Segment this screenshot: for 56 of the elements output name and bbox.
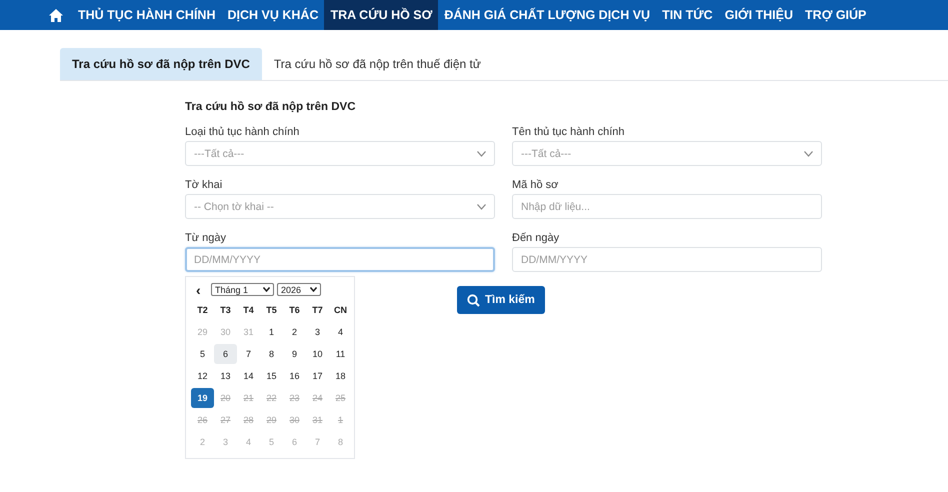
field-label: Mã hồ sơ [512, 179, 560, 191]
field-label: Tên thủ tục hành chính [512, 126, 626, 138]
previous-month-button[interactable]: ‹ [196, 284, 208, 296]
calendar-day[interactable]: 10 [306, 344, 329, 364]
calendar-day[interactable]: 8 [260, 344, 283, 364]
input-field[interactable]: DD/MM/YYYY [512, 247, 822, 272]
chevron-icon [804, 150, 813, 156]
weekday-label: T2 [196, 304, 209, 317]
input-field[interactable]: DD/MM/YYYY [185, 247, 495, 272]
nav-item[interactable]: TRA CỨU HỒ SƠ [324, 0, 438, 30]
calendar-day[interactable]: 15 [260, 366, 283, 386]
field-label: Loại thủ tục hành chính [185, 126, 300, 138]
calendar-day[interactable]: 14 [237, 366, 260, 386]
field-label: Từ ngày [185, 232, 227, 244]
search-icon [467, 294, 480, 306]
field-label: Tờ khai [185, 179, 224, 191]
input-field[interactable]: Nhập dữ liệu... [512, 194, 822, 219]
calendar-day[interactable]: 11 [329, 344, 352, 364]
nav-item[interactable]: THỦ TỤC HÀNH CHÍNH [72, 0, 222, 30]
weekday-label: T4 [242, 304, 255, 317]
weekday-label: CN [333, 304, 348, 317]
calendar-day[interactable]: 2 [283, 322, 306, 342]
chevron-icon [263, 287, 270, 292]
nav-item[interactable]: TIN TỨC [656, 0, 719, 30]
nav-item[interactable]: ĐÁNH GIÁ CHẤT LƯỢNG DỊCH VỤ [438, 0, 656, 30]
month-select[interactable]: Tháng 1 [211, 283, 274, 296]
nav-item[interactable]: DỊCH VỤ KHÁC [222, 0, 324, 30]
calendar-day[interactable]: 19 [191, 388, 214, 408]
calendar-day[interactable]: 7 [237, 344, 260, 364]
tab[interactable]: Tra cứu hồ sơ đã nộp trên DVC [60, 48, 262, 80]
calendar-day[interactable]: 18 [329, 366, 352, 386]
chevron-icon [310, 287, 317, 292]
weekday-label: T3 [219, 304, 232, 317]
home-icon[interactable] [48, 8, 64, 22]
weekday-label: T6 [288, 304, 301, 317]
calendar-day[interactable]: 5 [191, 344, 214, 364]
calendar-day[interactable]: 9 [283, 344, 306, 364]
calendar-day[interactable]: 13 [214, 366, 237, 386]
calendar-day[interactable]: 17 [306, 366, 329, 386]
form-title: Tra cứu hồ sơ đã nộp trên DVC [185, 101, 356, 113]
calendar-day[interactable]: 4 [329, 322, 352, 342]
chevron-icon [477, 150, 486, 156]
year-select[interactable]: 2026 [277, 283, 321, 296]
calendar-day[interactable]: 12 [191, 366, 214, 386]
calendar-day[interactable]: 1 [260, 322, 283, 342]
calendar-day[interactable]: 16 [283, 366, 306, 386]
weekday-label: T7 [311, 304, 324, 317]
field-label: Đến ngày [512, 232, 560, 244]
weekday-label: T5 [265, 304, 278, 317]
tab[interactable]: Tra cứu hồ sơ đã nộp trên thuế điện tử [262, 48, 493, 80]
nav-item[interactable]: TRỢ GIÚP [799, 0, 872, 30]
calendar-day[interactable]: 6 [214, 344, 237, 364]
chevron-icon [477, 204, 486, 210]
search-button[interactable]: Tìm kiếm [457, 286, 545, 314]
calendar-day[interactable]: 3 [306, 322, 329, 342]
nav-item[interactable]: GIỚI THIỆU [718, 0, 800, 30]
